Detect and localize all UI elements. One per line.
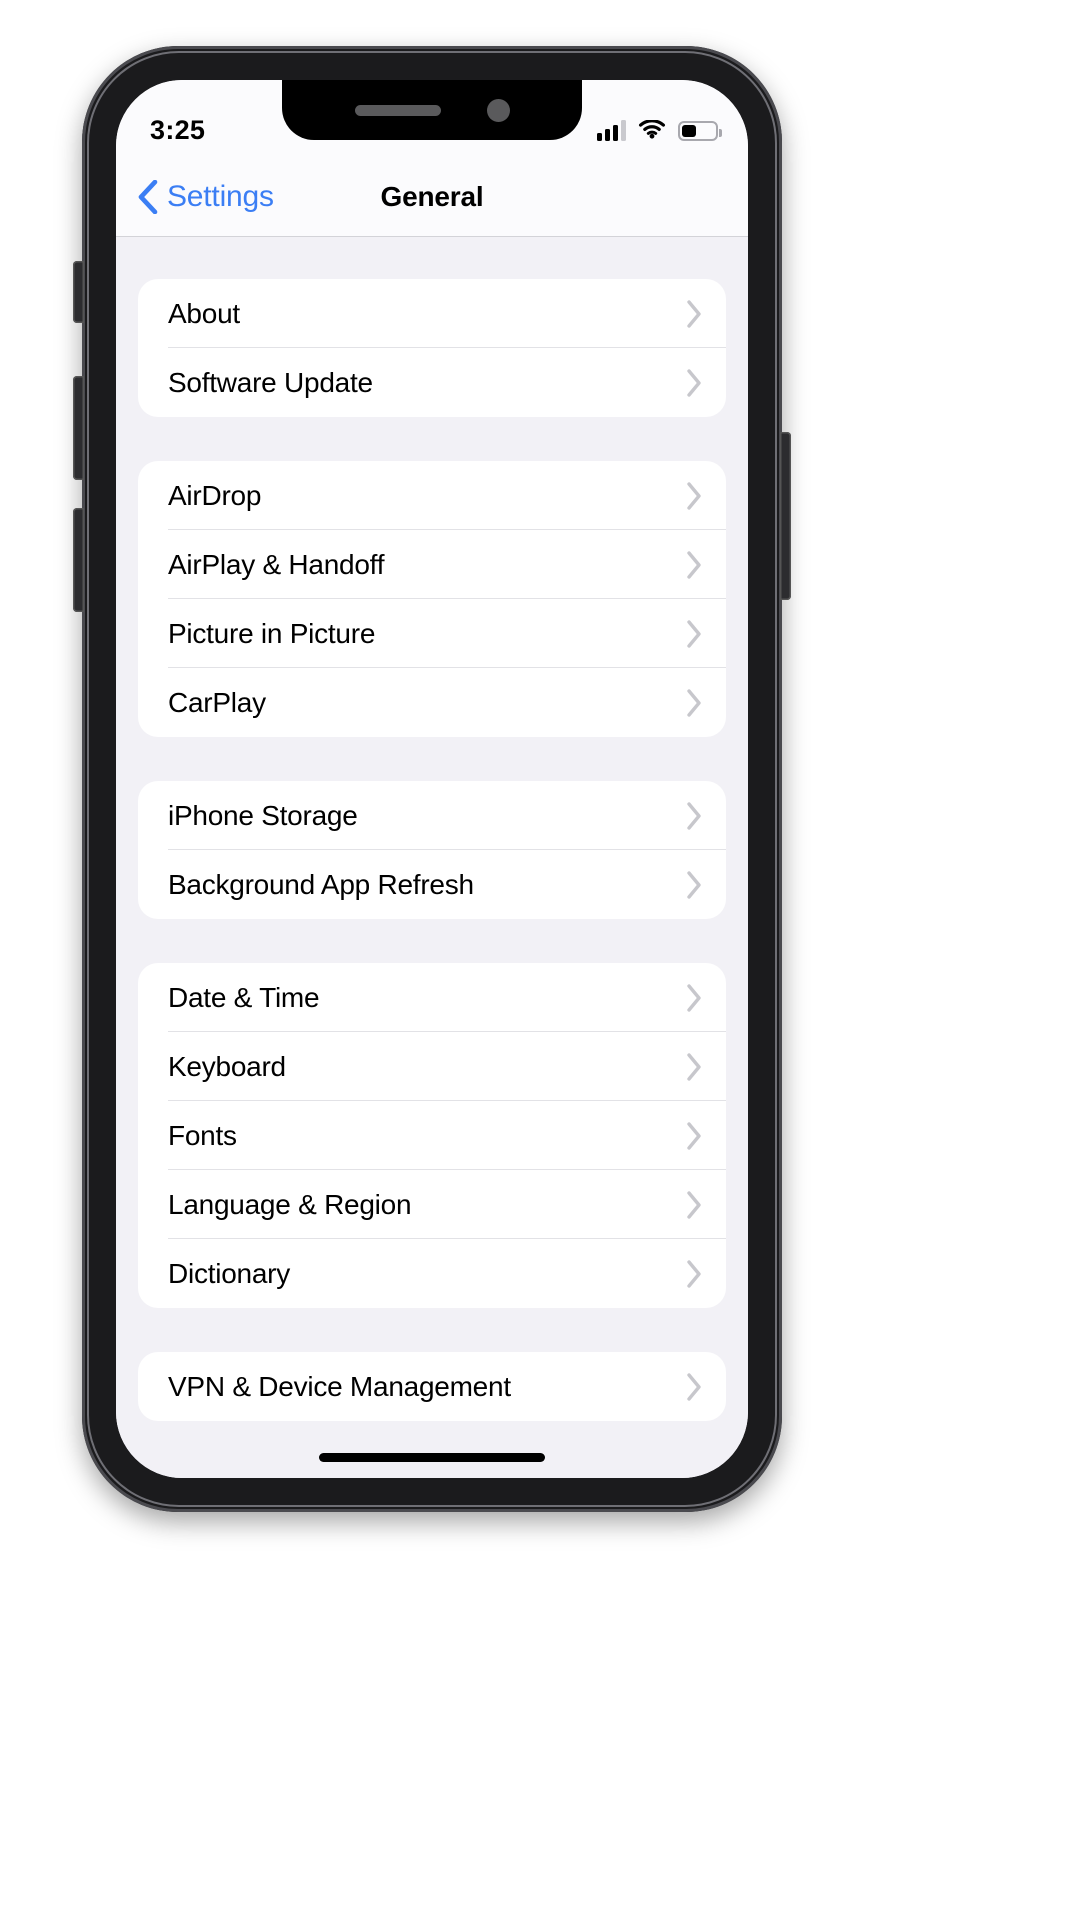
notch (282, 80, 582, 140)
status-bar-clock: 3:25 (150, 114, 206, 145)
settings-row-label: AirPlay & Handoff (168, 548, 385, 580)
phone-screen: 3:25 Settings General About Software Upd… (116, 80, 748, 1478)
settings-group: AirDrop AirPlay & Handoff Picture in Pictu… (138, 461, 726, 737)
settings-row-label: AirDrop (168, 479, 262, 511)
settings-row[interactable]: CarPlay (138, 668, 726, 737)
settings-row[interactable]: iPhone Storage (138, 781, 726, 850)
chevron-right-icon (687, 1190, 701, 1219)
chevron-right-icon (687, 1259, 701, 1288)
mute-switch-button[interactable] (73, 261, 84, 323)
navigation-bar: Settings General (116, 158, 748, 237)
chevron-right-icon (687, 983, 701, 1012)
settings-row[interactable]: Dictionary (138, 1239, 726, 1308)
settings-row-label: Language & Region (168, 1188, 412, 1220)
settings-row[interactable]: Software Update (138, 348, 726, 417)
settings-row-label: Dictionary (168, 1257, 290, 1289)
settings-group: About Software Update (138, 279, 726, 417)
page-title: General (380, 181, 484, 212)
chevron-right-icon (687, 481, 701, 510)
chevron-right-icon (687, 1052, 701, 1081)
settings-row-label: Software Update (168, 366, 373, 398)
chevron-right-icon (687, 688, 701, 717)
settings-group: VPN & Device Management (138, 1352, 726, 1421)
settings-row-label: Background App Refresh (168, 868, 474, 900)
chevron-right-icon (687, 1121, 701, 1150)
settings-row[interactable]: Keyboard (138, 1032, 726, 1101)
settings-group: Date & Time Keyboard Fonts Language & Regio… (138, 963, 726, 1308)
power-button[interactable] (780, 432, 791, 600)
cellular-signal-icon (597, 119, 626, 141)
settings-row[interactable]: VPN & Device Management (138, 1352, 726, 1421)
wifi-icon (638, 119, 666, 141)
settings-row[interactable]: Fonts (138, 1101, 726, 1170)
settings-row[interactable]: Date & Time (138, 963, 726, 1032)
chevron-right-icon (687, 299, 701, 328)
settings-row-label: Fonts (168, 1119, 237, 1151)
battery-icon (678, 120, 722, 141)
settings-row[interactable]: About (138, 279, 726, 348)
settings-row-label: iPhone Storage (168, 799, 358, 831)
settings-row-label: Date & Time (168, 981, 320, 1013)
chevron-left-icon (138, 180, 158, 214)
chevron-right-icon (687, 801, 701, 830)
settings-row[interactable]: AirPlay & Handoff (138, 530, 726, 599)
front-camera-icon (486, 98, 510, 122)
settings-row-label: VPN & Device Management (168, 1370, 511, 1402)
settings-row[interactable]: Background App Refresh (138, 850, 726, 919)
volume-down-button[interactable] (73, 508, 84, 612)
settings-row[interactable]: Language & Region (138, 1170, 726, 1239)
status-bar-icons (597, 98, 722, 141)
settings-list[interactable]: About Software Update AirDrop AirPlay & Han… (116, 237, 748, 1478)
settings-row-label: Picture in Picture (168, 617, 376, 649)
chevron-right-icon (687, 368, 701, 397)
chevron-right-icon (687, 1372, 701, 1401)
chevron-right-icon (687, 619, 701, 648)
home-indicator[interactable] (319, 1453, 545, 1462)
settings-row[interactable]: AirDrop (138, 461, 726, 530)
settings-row[interactable]: Picture in Picture (138, 599, 726, 668)
back-button[interactable]: Settings (138, 180, 274, 214)
chevron-right-icon (687, 870, 701, 899)
settings-group: iPhone Storage Background App Refresh (138, 781, 726, 919)
settings-row-label: CarPlay (168, 686, 266, 718)
settings-row-label: About (168, 297, 240, 329)
back-button-label: Settings (167, 180, 274, 213)
volume-up-button[interactable] (73, 376, 84, 480)
phone-frame: 3:25 Settings General About Software Upd… (73, 46, 791, 1512)
speaker-slot-icon (354, 104, 441, 116)
settings-row-label: Keyboard (168, 1050, 286, 1082)
chevron-right-icon (687, 550, 701, 579)
